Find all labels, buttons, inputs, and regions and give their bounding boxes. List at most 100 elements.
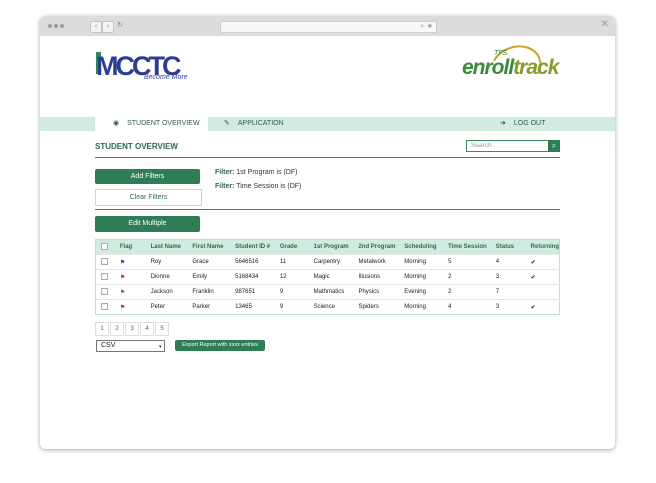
table-cell: ✔ [525,269,560,285]
flag-icon[interactable]: ⚑ [120,275,125,281]
row-select-cell[interactable] [95,284,115,300]
logo-word-a: enroll [462,56,514,79]
table-cell: 2 [443,269,491,285]
table-cell: 7 [490,284,526,300]
page-link[interactable]: 4 [140,322,154,336]
row-select-cell[interactable] [95,254,115,270]
flag-icon[interactable]: ⚑ [120,290,125,296]
enrolltrack-logo[interactable]: TFS enrolltrack [460,38,560,96]
window-dot[interactable] [54,24,58,28]
col-last-name[interactable]: Last Name [145,239,188,255]
star-icon[interactable]: ★ [427,22,433,32]
reload-icon[interactable]: ↻ [115,21,125,31]
page-link[interactable]: 2 [110,322,124,336]
col-grade[interactable]: Grade [274,239,309,255]
export-report-button[interactable]: Export Report with xxxx entries [175,340,265,351]
table-cell: Peter [145,299,188,315]
col-time-session[interactable]: Time Session [443,239,491,255]
page-link[interactable]: 1 [95,322,109,336]
table-cell: 9 [274,284,309,300]
search-input[interactable]: Search [466,140,552,152]
page-content: MCCTC Become More TFS enrolltrack ◉ STUDE… [40,36,615,449]
table-cell: Physics [353,284,400,300]
flag-icon[interactable]: ⚑ [120,260,125,266]
window-dot[interactable] [48,24,52,28]
search-icon: ⌕ [420,23,424,30]
back-icon[interactable]: ‹ [90,21,102,33]
table-cell: Magic [308,269,354,285]
flag-icon[interactable]: ⚑ [120,305,125,311]
pagination: 12345 [95,322,170,336]
select-all-cell[interactable] [95,239,115,255]
address-bar[interactable]: ⌕ ★ [220,21,437,33]
col-first-name[interactable]: First Name [187,239,231,255]
row-checkbox[interactable] [101,273,108,281]
browser-toolbar: ‹ › ↻ ⌕ ★ ✕ [40,16,615,36]
window-dot[interactable] [60,24,64,28]
row-checkbox[interactable] [101,288,108,296]
table-cell: Dionne [145,269,188,285]
filter-key: Filter: [215,169,235,176]
table-cell: Franklin [187,284,231,300]
table-cell: 5168434 [230,269,275,285]
table-cell [525,284,560,300]
row-select-cell[interactable] [95,299,115,315]
col-returning[interactable]: Returning [525,239,560,255]
table-cell: Carpentry [308,254,354,270]
tab-label: APPLICATION [237,120,284,127]
eye-icon: ◉ [113,120,120,127]
page-link[interactable]: 3 [125,322,139,336]
table-cell: Illusions [353,269,400,285]
filter-text: Time Session is (DF) [234,183,302,190]
table-row[interactable]: ⚑ Jackson Franklin 987651 9 Mathmatics Physics… [95,284,560,300]
table-row[interactable]: ⚑ Roy Grace 5646516 11 Carpentry Metalwork Morn… [95,254,560,270]
flag-cell[interactable]: ⚑ [114,269,146,285]
flag-cell[interactable]: ⚑ [114,254,146,270]
table-cell: Jackson [145,284,188,300]
row-select-cell[interactable] [95,269,115,285]
col-flag[interactable]: Flag [114,239,146,255]
edit-multiple-button[interactable]: Edit Multiple [95,216,200,232]
forward-icon[interactable]: › [102,21,114,33]
export-format-select[interactable]: CSV ▾ [96,340,165,352]
table-cell: Grace [187,254,231,270]
col-1st-program[interactable]: 1st Program [308,239,354,255]
table-cell: Parker [187,299,231,315]
table-row[interactable]: ⚑ Peter Parker 13465 9 Science Spiders Morning 4… [95,299,560,315]
table-row[interactable]: ⚑ Dionne Emily 5168434 12 Magic Illusions Morni… [95,269,560,285]
row-checkbox[interactable] [101,258,108,266]
page-link[interactable]: 5 [155,322,169,336]
add-filters-button[interactable]: Add Filters [95,169,200,184]
col-student-id[interactable]: Student ID # [230,239,275,255]
col-2nd-program[interactable]: 2nd Program [353,239,400,255]
table-cell: Morning [399,254,444,270]
page-title: STUDENT OVERVIEW [95,142,178,151]
divider [95,209,560,210]
clear-filters-button[interactable]: Clear Filters [95,189,202,206]
flag-cell[interactable]: ⚑ [114,299,146,315]
col-status[interactable]: Status [490,239,526,255]
students-table: Flag Last Name First Name Student ID # G… [95,239,560,315]
tab-student-overview[interactable]: ◉ STUDENT OVERVIEW [95,117,208,131]
table-cell: 11 [274,254,309,270]
logo-tagline: Become More [144,74,188,81]
flag-cell[interactable]: ⚑ [114,284,146,300]
table-cell: ✔ [525,254,560,270]
row-checkbox[interactable] [101,303,108,311]
search-icon: ⌕ [551,141,557,150]
table-cell: Roy [145,254,188,270]
filter-key: Filter: [215,183,235,190]
logout-link[interactable]: ➜ LOG OUT [500,117,545,131]
col-scheduling[interactable]: Scheduling [399,239,444,255]
close-icon[interactable]: ✕ [601,19,609,30]
select-all-checkbox[interactable] [101,243,108,251]
table-cell: 9 [274,299,309,315]
filter-text: 1st Program is (DF) [234,169,298,176]
table-cell: Emily [187,269,231,285]
search-button[interactable]: ⌕ [548,140,560,152]
table-cell: Evening [399,284,444,300]
pencil-icon: ✎ [224,120,230,127]
mcctc-logo[interactable]: MCCTC Become More [96,52,192,82]
table-cell: Metalwork [353,254,400,270]
tab-application[interactable]: ✎ APPLICATION [224,117,284,131]
